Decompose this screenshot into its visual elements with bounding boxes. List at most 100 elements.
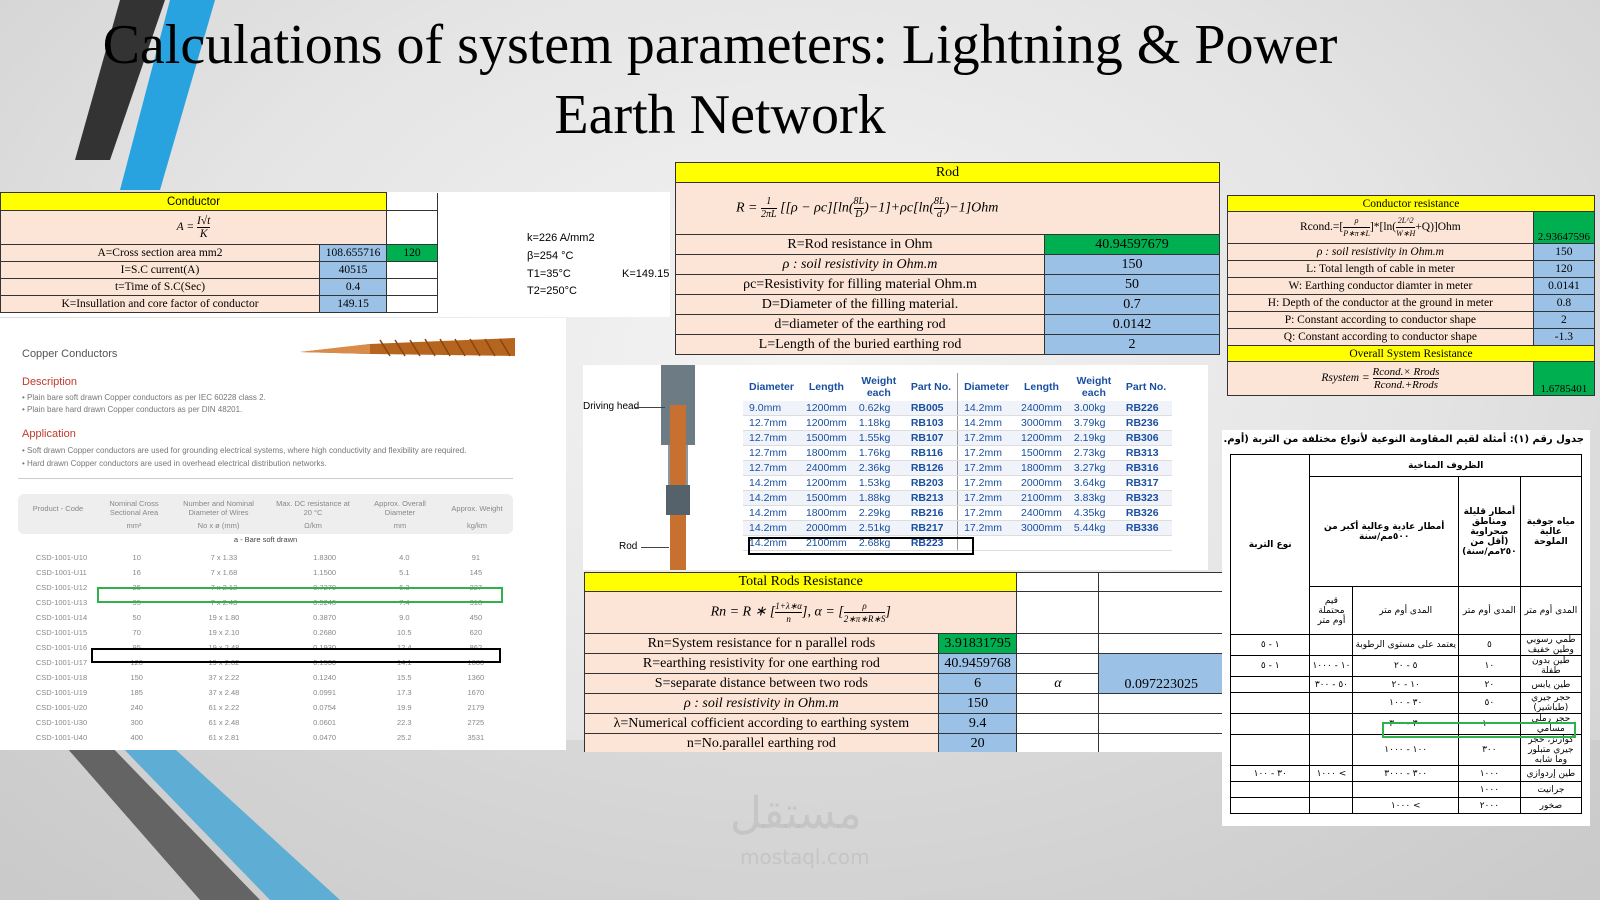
rod-catalog-cell: 1800mm [1015,460,1068,476]
rod-catalog-cell: RB216 [904,505,958,521]
soil-cell: ١ - ٥ [1229,634,1311,656]
cr-row-label: Q: Constant according to conductor shape [1227,328,1534,346]
rod-catalog-cell: 5.44kg [1067,520,1120,536]
copper-cell: 91 [471,553,481,562]
soil-cell [1229,734,1311,766]
rod-catalog-row: 12.7mm 1800mm 1.76kg RB116 17.2mm 1500mm 2.73k… [743,445,1173,461]
total-rods-row-value: 40.9459768 [937,653,1018,674]
copper-cell: 4539 [439,745,513,750]
copper-cell: CSD-1001-U30 [35,718,88,727]
rod-catalog-cell: 3.00kg [1067,401,1120,416]
rod-catalog-cell: 12.7mm [743,430,800,446]
soil-cell: ٢٠ [1457,676,1521,693]
rod-catalog-row: 12.7mm 1200mm 1.18kg RB103 14.2mm 3000mm 3.79k… [743,415,1173,431]
total-rods-row-value: 9.4 [937,713,1018,734]
copper-cell: 620 [469,628,483,637]
copper-cell: CSD-1001-U10 [35,553,88,562]
rod-catalog-cell: 14.2mm [957,401,1016,416]
alpha-value: 0.097223025 [1098,653,1224,694]
cr-row-value: 150 [1532,243,1595,261]
soil-table: نوع التربة الظروف المناخية أمطار عادية و… [1229,454,1583,814]
rod-catalog-row: 12.7mm 2400mm 2.36kg RB126 17.2mm 1800mm 3.27k… [743,460,1173,476]
copper-cell: CSD-1001-U14 [35,613,88,622]
rod-row-label: ρ : soil resistivity in Ohm.m [675,254,1045,275]
rod-catalog-cell: RB306 [1119,430,1173,446]
rod-catalog-cell: RB203 [904,475,958,491]
copper-table-row: CSD-1001-U19 185 37 x 2.48 0.0991 17.3 1670 [18,685,513,700]
copper-cell: CSD-1001-U19 [35,688,88,697]
rod-catalog-cell: 1.18kg [852,415,905,431]
rod-catalog-cell: 3000mm [1015,520,1068,536]
copper-cell: 5.1 [399,568,410,577]
note-t2: T2=250°C [527,285,577,297]
rod-catalog-cell [1119,535,1173,551]
rcond-value: 2.93647596 [1532,211,1595,244]
soil-cell: جرانيت [1519,781,1583,798]
rod-catalog-cell: 17.2mm [957,475,1016,491]
rod-row-label: ρc=Resistivity for filling material Ohm.… [675,274,1045,295]
rod-row-label: L=Length of the buried earthing rod [675,334,1045,355]
soil-cell: ١٠ - ٢٠ [1352,676,1459,693]
title-line-2: Earth Network [554,84,886,146]
soil-table-row: ٣٠ - ١٠٠ ٥٠ حجر جيري (طباشير) [1229,692,1583,714]
rod-catalog-cell: 1200mm [799,401,853,416]
soil-cell: ١ - ٥ [1229,655,1311,677]
copper-cell: 240 [130,703,143,712]
arabic-caption: جدول رقم (١): أمثلة لقيم المقاومة النوعي… [1222,434,1584,445]
rod-catalog-row: 12.7mm 1500mm 1.55kg RB107 17.2mm 1200mm 2.19k… [743,430,1173,446]
copper-cell: 1.1500 [313,568,337,577]
total-rods-panel: Total Rods Resistance Rn = R ∗ [1+λ∗α n],… [584,572,1224,752]
cr-row-label: ρ : soil resistivity in Ohm.m [1227,243,1534,261]
rod-catalog-cell: 1.55kg [852,430,905,446]
rod-catalog-cell: RB005 [904,401,958,416]
copper-table-row: CSD-1001-U18 150 37 x 2.22 0.1240 15.5 1360 [18,670,513,685]
rod-catalog-cell: 1200mm [799,475,853,491]
soil-cell [1229,713,1311,735]
rod-catalog-cell: 3.83kg [1067,490,1120,506]
rod-catalog-cell: 1800mm [799,505,853,521]
soil-cell [1352,781,1459,798]
soil-cell: ١٠ - ١٠٠٠ [1309,655,1354,677]
total-rods-row-label: R=earthing resistivity for one earthing … [584,653,939,674]
copper-cell: 0.1240 [313,673,337,682]
copper-table-row: CSD-1001-U14 50 19 x 1.80 0.3870 9.0 450 [18,610,513,625]
soil-cell: ١٠ [1457,655,1521,677]
rod-catalog-cell: 17.2mm [957,430,1016,446]
highlight-soil-row [1382,722,1576,738]
copper-cell: 17.3 [396,688,412,697]
soil-cell: يعتمد على مستوى الرطوبة [1352,634,1459,656]
copper-cell: 0.0991 [313,688,337,697]
soil-cell: ٣٠٠ [1457,734,1521,766]
rod-catalog-cell: RB217 [904,520,958,536]
soil-cell: ٣٠٠ - ٣٠٠٠ [1352,765,1459,782]
copper-cell: CSD-1001-U15 [35,628,88,637]
conductor-row-label: K=Insullation and core factor of conduct… [0,295,320,313]
rod-illustration [661,365,695,570]
rod-catalog-cell: 2000mm [799,520,853,536]
copper-cable-image [300,338,515,357]
cr-row-value: 0.8 [1532,294,1595,312]
rod-catalog-cell: 17.2mm [957,520,1016,536]
rod-row-value: 50 [1044,274,1220,295]
rcond-formula: Rcond.=[ρ P∗π∗L]*[ln(2L^2 W∗H +Q)]Ohm [1227,211,1534,244]
rod-row-label: d=diameter of the earthing rod [675,314,1045,335]
total-rods-row-value: 3.91831795 [937,633,1018,654]
highlight-black-row [91,648,501,663]
conductor-header: Conductor [0,192,387,211]
rod-label: Rod [619,541,638,552]
conductor-row-label: A=Cross section area mm2 [0,244,320,262]
rod-catalog-row: 9.0mm 1200mm 0.62kg RB005 14.2mm 2400mm 3.00kg… [743,401,1173,416]
cr-row-value: 120 [1532,260,1595,278]
rod-catalog-cell: 2400mm [799,460,853,476]
soil-cell [1309,734,1354,766]
copper-cell: 61 x 2.81 [208,733,240,742]
alpha-label: α [1016,673,1100,694]
copper-cell: 4.0 [399,553,410,562]
conductor-row-label: I=S.C current(A) [0,261,320,279]
rod-catalog-table: Diameter Length Weight each Part No. Diamet… [743,373,1173,551]
rod-catalog-cell [1067,535,1120,551]
conductor-row-value: 149.15 [319,295,387,313]
cr-row-value: 0.0141 [1532,277,1595,295]
soil-cell: صخور [1519,797,1583,814]
soil-cell: > ١٠٠٠ [1352,797,1459,814]
